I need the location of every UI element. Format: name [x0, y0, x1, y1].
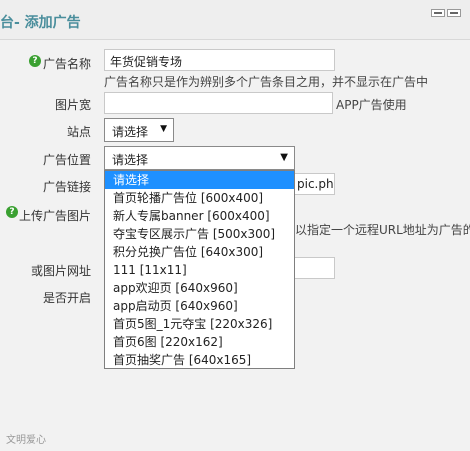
image-url-input[interactable]: [294, 257, 335, 279]
page-header: 台- 添加广告: [0, 0, 470, 40]
dropdown-option[interactable]: 首页6图 [220x162]: [105, 333, 294, 351]
watermark: 文明爱心: [6, 435, 46, 446]
upload-image-hint: 以指定一个远程URL地址为广告的: [295, 223, 470, 237]
dropdown-arrow-icon: ▼: [160, 124, 167, 134]
restore-icon[interactable]: [447, 9, 461, 17]
site-select[interactable]: 请选择 ▼: [104, 118, 174, 142]
ad-position-select[interactable]: 请选择 ▼: [104, 146, 295, 170]
ad-link-input[interactable]: pic.php: [294, 173, 335, 195]
dropdown-option[interactable]: app启动页 [640x960]: [105, 297, 294, 315]
site-label: 站点: [66, 125, 91, 139]
dropdown-arrow-icon: ▼: [280, 152, 288, 163]
image-url-label: 或图片网址: [30, 264, 91, 278]
dropdown-option[interactable]: 请选择: [105, 171, 294, 189]
ad-position-label: 广告位置: [42, 153, 91, 167]
ad-position-select-value: 请选择: [112, 153, 149, 167]
image-width-hint: APP广告使用: [336, 98, 407, 112]
image-width-input[interactable]: [104, 92, 333, 114]
dropdown-option[interactable]: 首页轮播广告位 [600x400]: [105, 189, 294, 207]
dropdown-option[interactable]: 新人专属banner [600x400]: [105, 207, 294, 225]
image-width-label: 图片宽: [54, 98, 91, 112]
site-select-value: 请选择: [112, 125, 149, 139]
dropdown-option[interactable]: 111 [11x11]: [105, 261, 294, 279]
upload-image-label: 上传广告图片: [18, 209, 91, 223]
enabled-label: 是否开启: [42, 291, 91, 305]
ad-name-label: 广告名称: [42, 57, 91, 71]
dropdown-option[interactable]: app欢迎页 [640x960]: [105, 279, 294, 297]
minimize-icon[interactable]: [431, 9, 445, 17]
dropdown-option[interactable]: 首页5图_1元夺宝 [220x326]: [105, 315, 294, 333]
ad-position-dropdown[interactable]: 请选择 首页轮播广告位 [600x400] 新人专属banner [600x40…: [104, 170, 295, 369]
ad-name-hint: 广告名称只是作为辨别多个广告条目之用，并不显示在广告中: [104, 75, 429, 89]
ad-link-label: 广告链接: [42, 180, 91, 194]
page-title: 台- 添加广告: [0, 15, 81, 31]
dropdown-option[interactable]: 首页抽奖广告 [640x165]: [105, 351, 294, 368]
ad-name-input[interactable]: 年货促销专场: [104, 49, 335, 71]
dropdown-option[interactable]: 夺宝专区展示广告 [500x300]: [105, 225, 294, 243]
dropdown-option[interactable]: 积分兑换广告位 [640x300]: [105, 243, 294, 261]
